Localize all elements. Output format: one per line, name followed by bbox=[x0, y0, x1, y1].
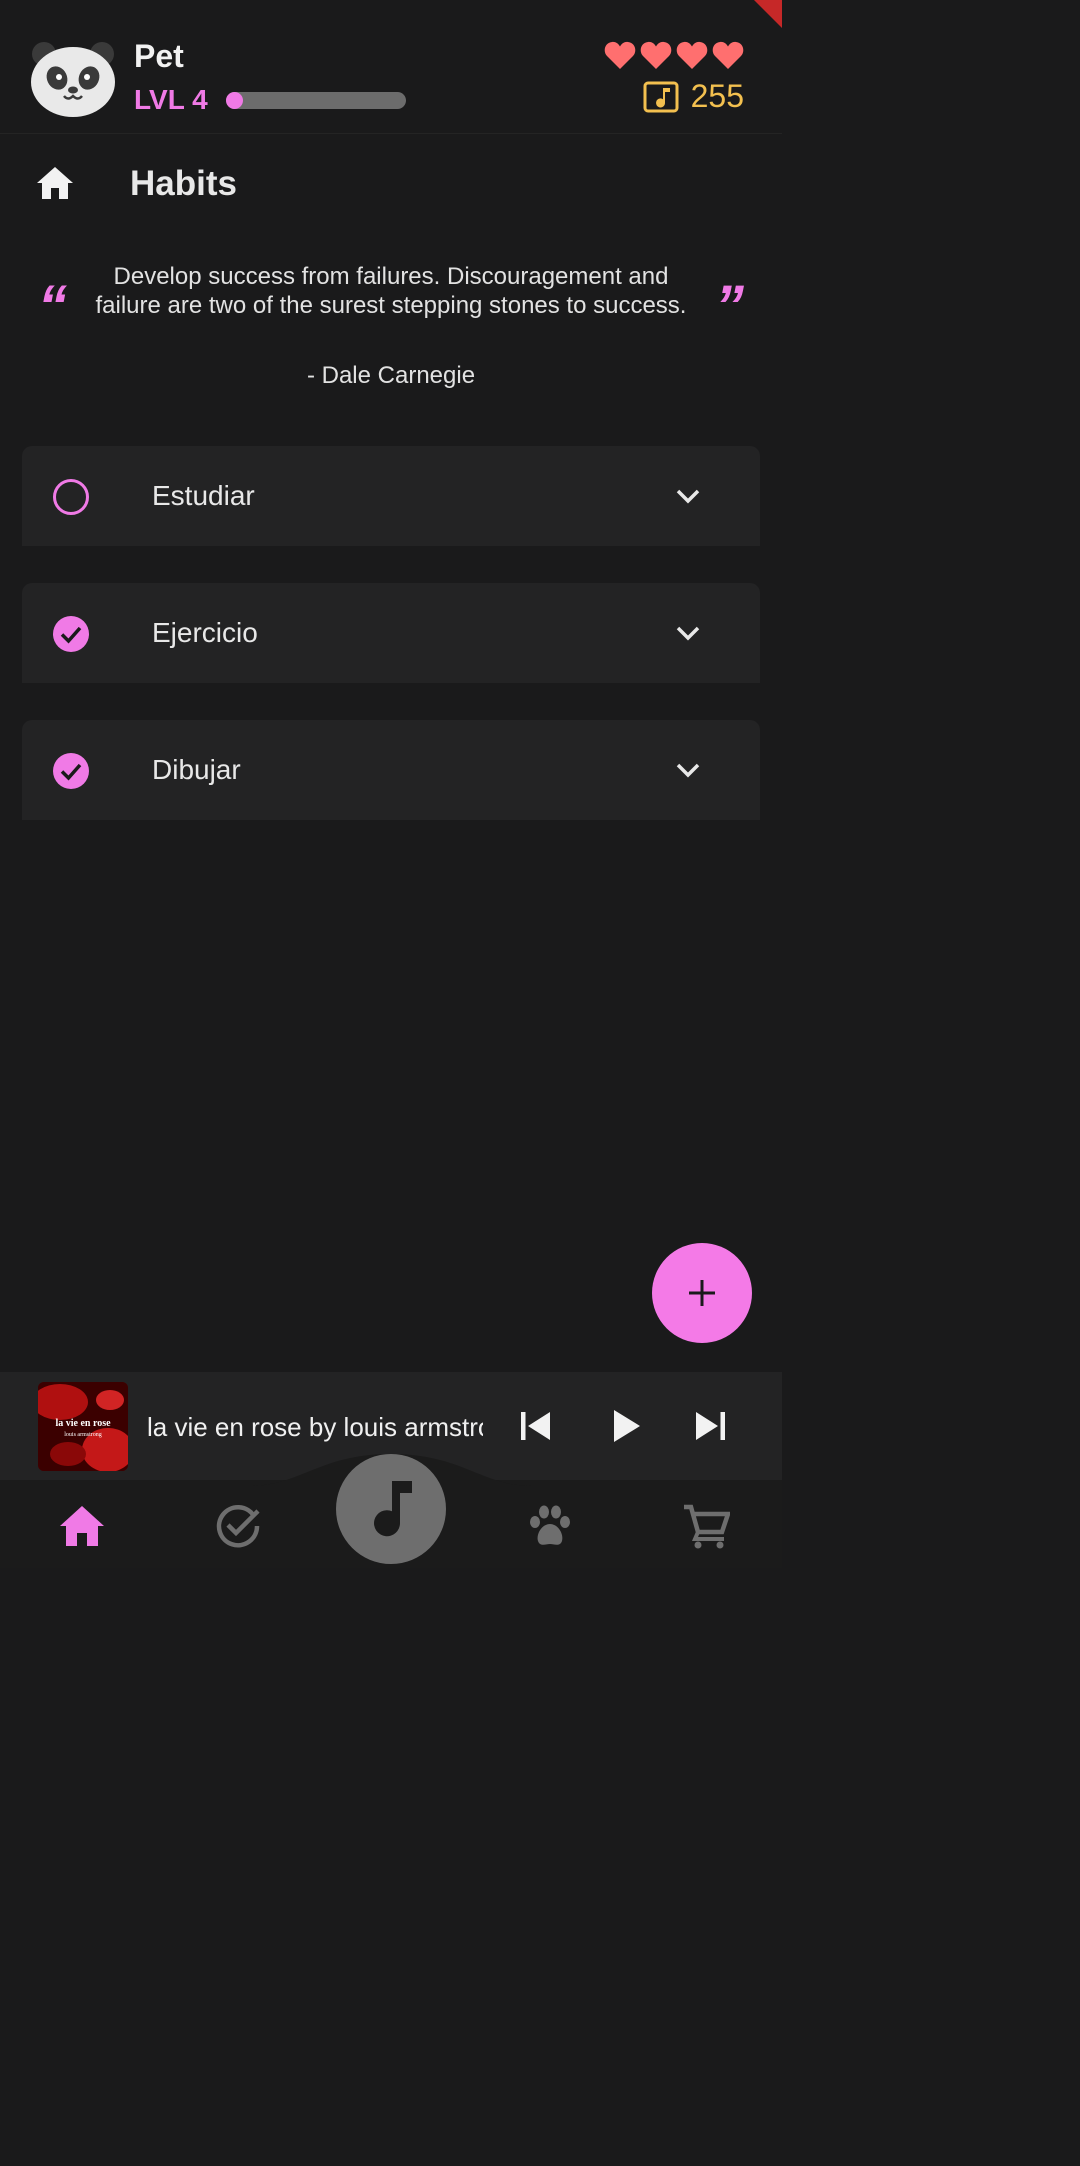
xp-progress-bar bbox=[226, 92, 406, 109]
pet-name: Pet bbox=[134, 38, 184, 74]
level-label: LVL 4 bbox=[134, 84, 208, 115]
song-title: la vie en rose by louis armstrong bbox=[147, 1412, 483, 1442]
skip-previous-icon[interactable] bbox=[516, 1406, 556, 1446]
checked-circle-icon[interactable] bbox=[52, 615, 90, 653]
quote-close-mark: ” bbox=[715, 274, 744, 339]
chevron-down-icon[interactable] bbox=[674, 758, 702, 782]
nav-music-button[interactable] bbox=[336, 1454, 446, 1564]
nav-paw-icon[interactable] bbox=[526, 1502, 574, 1550]
heart-icon bbox=[640, 41, 672, 69]
habit-name: Estudiar bbox=[152, 480, 255, 511]
habit-item-ejercicio[interactable]: Ejercicio bbox=[22, 583, 760, 683]
nav-cart-icon[interactable] bbox=[682, 1502, 730, 1550]
nav-check-circle-icon[interactable] bbox=[214, 1502, 262, 1550]
habit-item-estudiar[interactable]: Estudiar bbox=[22, 446, 760, 546]
quote-text: Develop success from failures. Discourag… bbox=[95, 263, 687, 319]
skip-next-icon[interactable] bbox=[690, 1406, 730, 1446]
hearts-meter bbox=[604, 40, 744, 70]
heart-icon bbox=[676, 41, 708, 69]
quote-open-mark: “ bbox=[38, 274, 67, 339]
home-icon bbox=[37, 167, 73, 199]
play-icon[interactable] bbox=[606, 1406, 646, 1446]
album-art-artist: louis armstrong bbox=[64, 1432, 102, 1438]
nav-home-icon[interactable] bbox=[58, 1502, 106, 1550]
heart-icon bbox=[712, 41, 744, 69]
heart-icon bbox=[604, 41, 636, 69]
habit-name: Ejercicio bbox=[152, 617, 258, 648]
chevron-down-icon[interactable] bbox=[674, 621, 702, 645]
page-title: Habits bbox=[130, 164, 237, 203]
panda-avatar[interactable] bbox=[30, 38, 116, 118]
unchecked-circle-icon[interactable] bbox=[52, 478, 90, 516]
quote-author: - Dale Carnegie bbox=[306, 362, 476, 389]
xp-progress-fill bbox=[226, 92, 243, 109]
habit-item-dibujar[interactable]: Dibujar bbox=[22, 720, 760, 820]
plus-icon bbox=[689, 1280, 715, 1306]
pet-header: Pet LVL 4 255 bbox=[0, 0, 782, 134]
music-coin-icon bbox=[643, 81, 679, 112]
checked-circle-icon[interactable] bbox=[52, 752, 90, 790]
add-habit-button[interactable] bbox=[652, 1243, 752, 1343]
chevron-down-icon[interactable] bbox=[674, 484, 702, 508]
coin-count: 255 bbox=[690, 78, 744, 114]
music-note-icon bbox=[374, 1481, 412, 1537]
habit-name: Dibujar bbox=[152, 754, 241, 785]
album-art-title: la vie en rose bbox=[55, 1418, 111, 1429]
coin-balance: 255 bbox=[643, 78, 744, 115]
